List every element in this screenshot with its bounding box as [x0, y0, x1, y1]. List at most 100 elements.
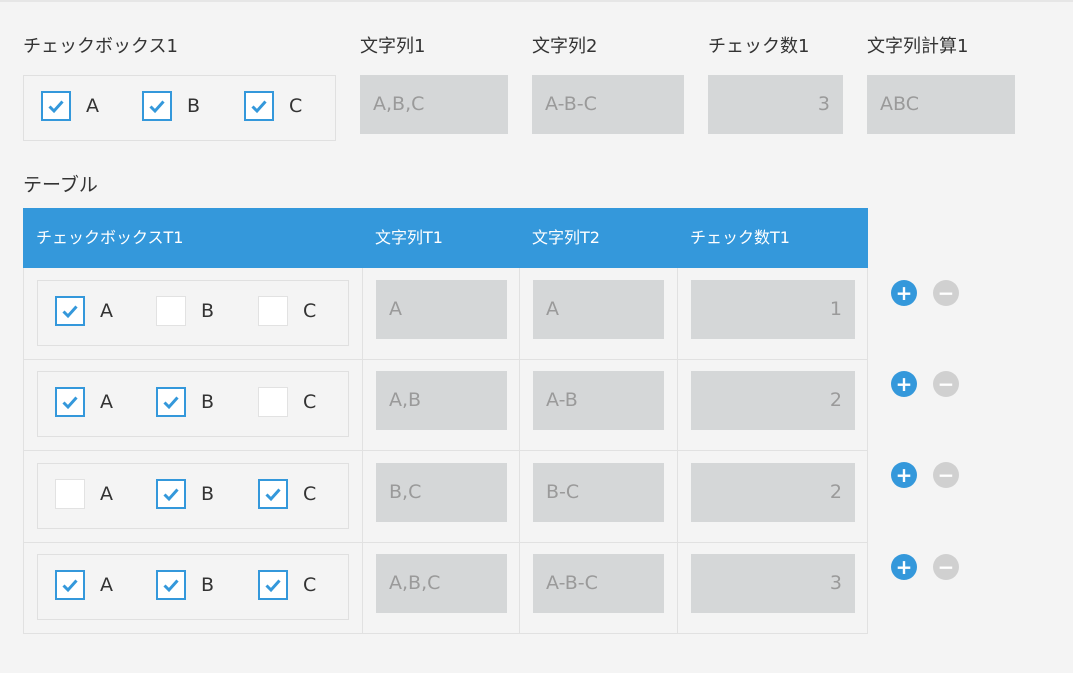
- row-check-count-t1: 3: [691, 554, 855, 613]
- remove-row-button[interactable]: −: [933, 554, 959, 580]
- row-checkbox-group: A B C: [37, 280, 349, 346]
- row-checkbox-c[interactable]: [258, 570, 288, 600]
- checkbox1-box-b[interactable]: [142, 91, 172, 121]
- top-border: [0, 0, 1073, 2]
- row-option-a[interactable]: A: [55, 296, 113, 326]
- row-check-count-t1: 1: [691, 280, 855, 339]
- row-option-label-b: B: [201, 483, 215, 505]
- check-icon: [163, 579, 179, 593]
- minus-icon: −: [937, 555, 955, 579]
- check-count1-field: 3: [708, 75, 843, 134]
- string2-field: A-B-C: [532, 75, 684, 134]
- row-checkbox-b[interactable]: [156, 570, 186, 600]
- row-option-c[interactable]: C: [258, 479, 316, 509]
- row-checkbox-c[interactable]: [258, 387, 288, 417]
- row-option-b[interactable]: B: [156, 479, 214, 509]
- row-option-a[interactable]: A: [55, 479, 113, 509]
- row-option-a[interactable]: A: [55, 387, 113, 417]
- row-checkbox-a[interactable]: [55, 387, 85, 417]
- add-row-button[interactable]: +: [891, 371, 917, 397]
- plus-icon: +: [895, 463, 913, 487]
- string1-label: 文字列1: [360, 36, 426, 57]
- row-string-t1: A,B: [376, 371, 507, 430]
- row-option-b[interactable]: B: [156, 570, 214, 600]
- minus-icon: −: [937, 463, 955, 487]
- row-checkbox-a[interactable]: [55, 479, 85, 509]
- row-option-label-a: A: [100, 574, 113, 596]
- minus-icon: −: [937, 281, 955, 305]
- add-row-button[interactable]: +: [891, 462, 917, 488]
- row-string-t1: B,C: [376, 463, 507, 522]
- check-icon: [62, 579, 78, 593]
- row-check-count-t1: 2: [691, 371, 855, 430]
- table-body: A B C A A 1 A B C A,B A-B 2 A B C B,C B-…: [23, 268, 868, 634]
- table-row: A B C A,B A-B 2: [24, 359, 867, 451]
- check-icon: [163, 396, 179, 410]
- check-icon: [48, 100, 64, 114]
- remove-row-button[interactable]: −: [933, 462, 959, 488]
- row-checkbox-group: A B C: [37, 554, 349, 620]
- row-option-label-c: C: [303, 300, 317, 322]
- row-checkbox-c[interactable]: [258, 296, 288, 326]
- row-checkbox-a[interactable]: [55, 570, 85, 600]
- row-string-t2: A-B-C: [533, 554, 664, 613]
- minus-icon: −: [937, 372, 955, 396]
- string2-label: 文字列2: [532, 36, 598, 57]
- table-row: A B C B,C B-C 2: [24, 451, 867, 543]
- row-option-c[interactable]: C: [258, 387, 316, 417]
- plus-icon: +: [895, 555, 913, 579]
- string1-field: A,B,C: [360, 75, 508, 134]
- table-header: チェックボックスT1 文字列T1 文字列T2 チェック数T1: [23, 208, 868, 268]
- check-count1-label: チェック数1: [708, 36, 810, 57]
- remove-row-button[interactable]: −: [933, 371, 959, 397]
- checkbox1-label: チェックボックス1: [23, 36, 178, 57]
- row-checkbox-c[interactable]: [258, 479, 288, 509]
- row-option-label-b: B: [201, 300, 215, 322]
- checkbox1-option-b[interactable]: B: [142, 91, 200, 121]
- row-checkbox-group: A B C: [37, 463, 349, 529]
- row-option-c[interactable]: C: [258, 570, 316, 600]
- row-option-b[interactable]: B: [156, 387, 214, 417]
- header-checkbox-t1: チェックボックスT1: [36, 228, 184, 247]
- header-string-t1: 文字列T1: [375, 228, 443, 247]
- checkbox1-box-c[interactable]: [244, 91, 274, 121]
- string-calc1-field: ABC: [867, 75, 1015, 134]
- row-string-t2: A: [533, 280, 664, 339]
- row-checkbox-a[interactable]: [55, 296, 85, 326]
- check-icon: [265, 488, 281, 502]
- row-checkbox-b[interactable]: [156, 479, 186, 509]
- row-string-t1: A: [376, 280, 507, 339]
- add-row-button[interactable]: +: [891, 280, 917, 306]
- row-option-label-b: B: [201, 574, 215, 596]
- row-option-label-c: C: [303, 483, 317, 505]
- row-string-t1: A,B,C: [376, 554, 507, 613]
- row-option-label-c: C: [303, 574, 317, 596]
- check-icon: [62, 305, 78, 319]
- checkbox1-box-a[interactable]: [41, 91, 71, 121]
- row-option-label-a: A: [100, 391, 113, 413]
- row-option-c[interactable]: C: [258, 296, 316, 326]
- row-checkbox-b[interactable]: [156, 387, 186, 417]
- checkbox1-label-a: A: [86, 95, 99, 117]
- checkbox1-label-c: C: [289, 95, 303, 117]
- plus-icon: +: [895, 281, 913, 305]
- header-string-t2: 文字列T2: [532, 228, 600, 247]
- row-option-a[interactable]: A: [55, 570, 113, 600]
- row-check-count-t1: 2: [691, 463, 855, 522]
- checkbox1-option-c[interactable]: C: [244, 91, 302, 121]
- row-option-label-c: C: [303, 391, 317, 413]
- table-row: A B C A A 1: [24, 268, 867, 360]
- remove-row-button[interactable]: −: [933, 280, 959, 306]
- add-row-button[interactable]: +: [891, 554, 917, 580]
- check-icon: [265, 579, 281, 593]
- row-checkbox-b[interactable]: [156, 296, 186, 326]
- check-icon: [163, 488, 179, 502]
- table-row: A B C A,B,C A-B-C 3: [24, 542, 867, 634]
- row-option-b[interactable]: B: [156, 296, 214, 326]
- row-string-t2: B-C: [533, 463, 664, 522]
- row-string-t2: A-B: [533, 371, 664, 430]
- row-checkbox-group: A B C: [37, 371, 349, 437]
- string-calc1-label: 文字列計算1: [867, 36, 969, 57]
- checkbox1-option-a[interactable]: A: [41, 91, 99, 121]
- header-check-count-t1: チェック数T1: [690, 228, 790, 247]
